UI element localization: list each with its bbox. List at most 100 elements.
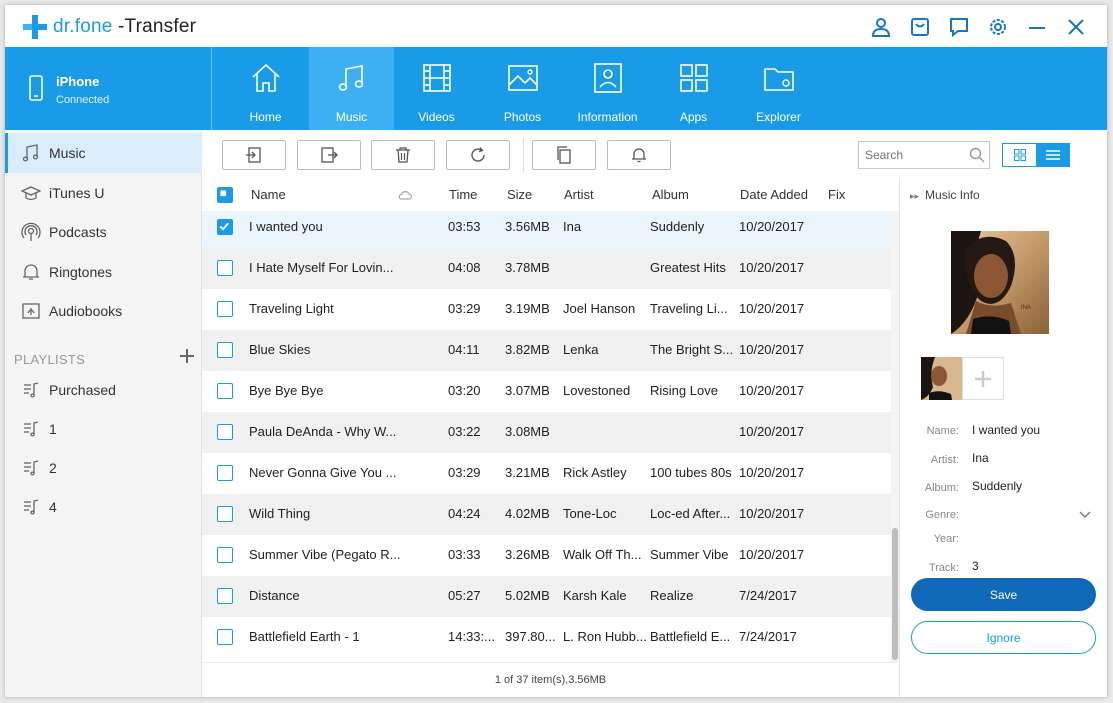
table-row[interactable]: I Hate Myself For Lovin... 04:08 3.78MB … <box>202 248 891 289</box>
row-checkbox[interactable] <box>217 342 233 358</box>
table-row[interactable]: Bye Bye Bye 03:20 3.07MB Lovestoned Risi… <box>202 371 891 412</box>
row-checkbox[interactable] <box>217 301 233 317</box>
music-info-header[interactable]: ▸▸ Music Info <box>910 188 980 202</box>
tab-photos[interactable]: Photos <box>480 47 565 130</box>
row-checkbox[interactable] <box>217 424 233 440</box>
table-row[interactable]: Wild Thing 04:24 4.02MB Tone-Loc Loc-ed … <box>202 494 891 535</box>
playlist-label: Purchased <box>49 382 116 398</box>
field-album-value[interactable]: Suddenly <box>972 479 1022 493</box>
music-info-panel: ▸▸ Music Info INA Name: I wanted you Arti… <box>899 178 1107 697</box>
deduplicate-button[interactable] <box>532 140 596 170</box>
cell-size: 3.78MB <box>505 260 550 275</box>
column-header-album[interactable]: Album <box>652 187 689 202</box>
user-icon[interactable] <box>870 16 892 38</box>
sidebar-playlist-4[interactable]: 4 <box>5 487 202 527</box>
ignore-button[interactable]: Ignore <box>911 621 1096 654</box>
refresh-button[interactable] <box>446 140 510 170</box>
table-row[interactable]: Blue Skies 04:11 3.82MB Lenka The Bright… <box>202 330 891 371</box>
column-header-size[interactable]: Size <box>507 187 532 202</box>
search-icon[interactable] <box>969 147 985 163</box>
grid-view-button[interactable] <box>1003 144 1036 166</box>
table-row[interactable]: Summer Vibe (Pegato R... 03:33 3.26MB Wa… <box>202 535 891 576</box>
cell-size: 3.56MB <box>505 219 550 234</box>
tab-home[interactable]: Home <box>223 47 308 130</box>
delete-button[interactable] <box>371 140 435 170</box>
row-checkbox[interactable] <box>217 465 233 481</box>
sidebar-item-itunes-u[interactable]: iTunes U <box>5 173 202 213</box>
table-row[interactable]: Paula DeAnda - Why W... 03:22 3.08MB 10/… <box>202 412 891 453</box>
tab-music[interactable]: Music <box>309 47 394 130</box>
app-brand: dr.fone <box>53 16 113 37</box>
cell-album: The Bright S... <box>650 342 734 357</box>
cloud-icon[interactable] <box>398 190 412 200</box>
close-icon[interactable] <box>1065 16 1087 38</box>
search-box[interactable] <box>858 141 990 169</box>
select-all-checkbox[interactable] <box>217 187 233 203</box>
list-view-button[interactable] <box>1036 144 1069 166</box>
sidebar-playlist-1[interactable]: 1 <box>5 409 202 449</box>
table-row[interactable]: I wanted you 03:53 3.56MB Ina Suddenly 1… <box>202 211 891 248</box>
sidebar-item-label: Audiobooks <box>49 303 123 319</box>
cell-size: 397.80... <box>505 629 556 644</box>
view-toggle <box>1002 143 1070 167</box>
add-artwork-button[interactable] <box>962 357 1004 400</box>
tab-explorer[interactable]: Explorer <box>736 47 821 130</box>
row-checkbox[interactable] <box>217 219 233 235</box>
cell-artist: Tone-Loc <box>563 506 617 521</box>
table-row[interactable]: Distance 05:27 5.02MB Karsh Kale Realize… <box>202 576 891 617</box>
tab-information[interactable]: Information <box>565 47 650 130</box>
tab-videos[interactable]: Videos <box>394 47 479 130</box>
field-track-value[interactable]: 3 <box>972 559 979 573</box>
tab-home-label: Home <box>249 110 282 124</box>
tab-apps[interactable]: Apps <box>651 47 736 130</box>
cell-date-added: 7/24/2017 <box>739 629 797 644</box>
row-checkbox[interactable] <box>217 506 233 522</box>
genre-dropdown-chevron-icon[interactable] <box>1078 510 1092 520</box>
row-checkbox[interactable] <box>217 588 233 604</box>
sidebar-item-audiobooks[interactable]: Audiobooks <box>5 291 202 331</box>
minimize-icon[interactable] <box>1026 16 1048 38</box>
artwork-thumbnail[interactable] <box>921 357 962 400</box>
row-checkbox[interactable] <box>217 629 233 645</box>
sidebar: Music iTunes U Podcasts Ringtones Audiob… <box>5 130 202 697</box>
table-row[interactable]: Traveling Light 03:29 3.19MB Joel Hanson… <box>202 289 891 330</box>
playlist-icon <box>24 499 39 515</box>
column-header-fix[interactable]: Fix <box>828 187 845 202</box>
tab-explorer-label: Explorer <box>756 110 801 124</box>
column-header-artist[interactable]: Artist <box>564 187 594 202</box>
playlist-icon <box>24 421 39 437</box>
scrollbar-thumb[interactable] <box>892 528 898 660</box>
sidebar-item-ringtones[interactable]: Ringtones <box>5 252 202 292</box>
cell-name: Distance <box>249 588 300 603</box>
row-checkbox[interactable] <box>217 383 233 399</box>
field-artist-value[interactable]: Ina <box>972 451 989 465</box>
cart-icon[interactable] <box>909 16 931 38</box>
device-panel[interactable]: iPhone Connected <box>5 47 212 130</box>
playlist-label: 4 <box>49 499 57 515</box>
row-checkbox[interactable] <box>217 260 233 276</box>
table-row[interactable]: Never Gonna Give You ... 03:29 3.21MB Ri… <box>202 453 891 494</box>
save-button[interactable]: Save <box>911 578 1096 611</box>
column-header-name[interactable]: Name <box>251 187 286 202</box>
cell-time: 03:29 <box>448 465 481 480</box>
export-button[interactable] <box>297 140 361 170</box>
toolbar <box>202 130 899 178</box>
add-button[interactable] <box>222 140 286 170</box>
field-name-value[interactable]: I wanted you <box>972 423 1040 437</box>
graduation-cap-icon <box>21 186 41 201</box>
sidebar-item-music[interactable]: Music <box>5 133 202 173</box>
row-checkbox[interactable] <box>217 547 233 563</box>
sidebar-item-podcasts[interactable]: Podcasts <box>5 212 202 252</box>
table-row[interactable]: Battlefield Earth - 1 14:33:... 397.80..… <box>202 617 891 658</box>
cell-artist: Rick Astley <box>563 465 627 480</box>
sidebar-playlist-2[interactable]: 2 <box>5 448 202 488</box>
column-header-time[interactable]: Time <box>449 187 477 202</box>
feedback-icon[interactable] <box>948 16 970 38</box>
sidebar-playlist-purchased[interactable]: Purchased <box>5 370 202 410</box>
search-input[interactable] <box>859 142 959 168</box>
cell-artist: Karsh Kale <box>563 588 627 603</box>
set-ringtone-button[interactable] <box>607 140 671 170</box>
column-header-date-added[interactable]: Date Added <box>740 187 808 202</box>
settings-gear-icon[interactable] <box>987 16 1009 38</box>
add-playlist-icon[interactable] <box>179 348 195 364</box>
